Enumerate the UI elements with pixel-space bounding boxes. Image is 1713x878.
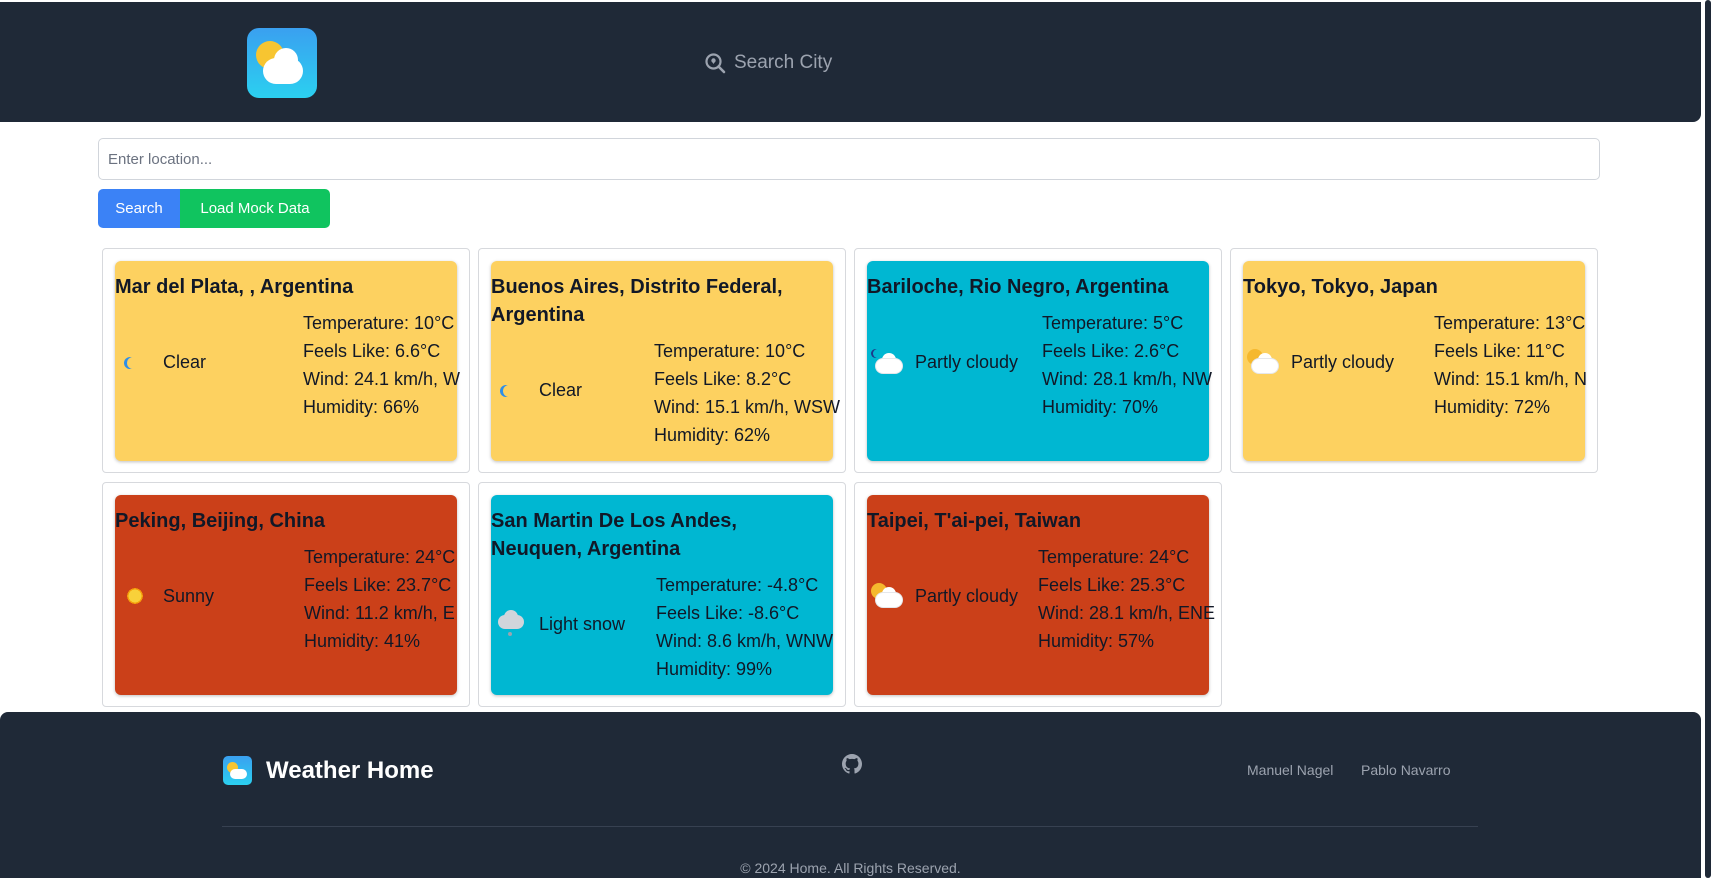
- footer-link-manuel-nagel[interactable]: Manuel Nagel: [1247, 762, 1333, 778]
- card-humidity: Humidity: 62%: [654, 425, 771, 445]
- weather-card: Peking, Beijing, China Sunny Temperature: …: [102, 482, 470, 707]
- moon-icon: [115, 347, 155, 377]
- footer: Weather Home Manuel Nagel Pablo Navarro …: [0, 712, 1701, 878]
- snow-cloud-icon: [491, 609, 531, 639]
- card-location-title: Bariloche, Rio Negro, Argentina: [867, 276, 1169, 298]
- card-location-title: Taipei, T'ai-pei, Taiwan: [867, 510, 1082, 532]
- card-condition: Clear: [491, 375, 582, 405]
- card-wind: Wind: 28.1 km/h, ENE: [1038, 603, 1216, 623]
- top-navbar: Search City: [0, 2, 1701, 122]
- card-feels-like: Feels Like: 8.2°C: [654, 369, 792, 389]
- weather-card-panel: Mar del Plata, , Argentina Clear Temperatu…: [115, 261, 460, 461]
- weather-card-panel: Peking, Beijing, China Sunny Temperature: …: [115, 495, 457, 695]
- weather-card: San Martin De Los Andes, Neuquen, Argent…: [478, 482, 846, 707]
- search-button[interactable]: Search: [98, 189, 180, 228]
- weather-card: Mar del Plata, , Argentina Clear Temperatu…: [102, 248, 470, 473]
- card-location-title: San Martin De Los Andes, Neuquen, Argent…: [491, 510, 737, 560]
- card-humidity: Humidity: 99%: [656, 659, 773, 679]
- search-city-label: Search City: [734, 52, 833, 73]
- card-stats: Temperature: 5°C Feels Like: 2.6°C Wind: 2…: [1042, 309, 1212, 421]
- card-temperature: Temperature: -4.8°C: [656, 575, 819, 595]
- card-stats: Temperature: 24°C Feels Like: 23.7°C Wind:…: [304, 543, 455, 655]
- card-humidity: Humidity: 41%: [304, 631, 421, 651]
- footer-logo-icon[interactable]: [223, 756, 252, 785]
- weather-card-panel: Tokyo, Tokyo, Japan Partly cloudy Temperat…: [1243, 261, 1587, 461]
- card-condition-text: Light snow: [539, 613, 626, 634]
- card-stats: Temperature: 10°C Feels Like: 6.6°C Wind: …: [303, 309, 460, 421]
- card-wind: Wind: 28.1 km/h, NW: [1042, 369, 1213, 389]
- footer-divider: [222, 826, 1478, 827]
- card-humidity: Humidity: 57%: [1038, 631, 1155, 651]
- card-condition: Partly cloudy: [867, 347, 1018, 377]
- card-feels-like: Feels Like: -8.6°C: [656, 603, 800, 623]
- card-condition-text: Clear: [539, 379, 583, 400]
- partly-cloudy-night-icon: [867, 347, 907, 377]
- card-location-title: Tokyo, Tokyo, Japan: [1243, 276, 1438, 298]
- partly-cloudy-day-icon: [867, 581, 907, 611]
- card-humidity: Humidity: 72%: [1434, 397, 1551, 417]
- card-wind: Wind: 15.1 km/h, WSW: [654, 397, 841, 417]
- card-wind: Wind: 24.1 km/h, W: [303, 369, 461, 389]
- load-mock-data-button[interactable]: Load Mock Data: [180, 189, 330, 228]
- scrollbar-thumb[interactable]: [1705, 0, 1711, 878]
- card-stats: Temperature: 24°C Feels Like: 25.3°C Wind:…: [1038, 543, 1215, 655]
- weather-card-panel: San Martin De Los Andes, Neuquen, Argent…: [491, 495, 833, 695]
- partly-cloudy-day-icon: [1243, 347, 1283, 377]
- card-condition-text: Partly cloudy: [1291, 351, 1395, 372]
- card-humidity: Humidity: 70%: [1042, 397, 1159, 417]
- card-feels-like: Feels Like: 25.3°C: [1038, 575, 1186, 595]
- card-feels-like: Feels Like: 11°C: [1434, 341, 1565, 361]
- card-location-title: Buenos Aires, Distrito Federal, Argentin…: [491, 276, 783, 326]
- weather-card-panel: Taipei, T'ai-pei, Taiwan Partly cloudy Tem…: [867, 495, 1215, 695]
- card-condition-text: Partly cloudy: [915, 585, 1019, 606]
- weather-card-panel: Bariloche, Rio Negro, Argentina Partly cl…: [867, 261, 1212, 461]
- card-stats: Temperature: 10°C Feels Like: 8.2°C Wind: …: [654, 337, 840, 449]
- card-condition-text: Partly cloudy: [915, 351, 1019, 372]
- moon-icon: [491, 375, 531, 405]
- card-temperature: Temperature: 5°C: [1042, 313, 1184, 333]
- card-condition: Partly cloudy: [867, 581, 1018, 611]
- weather-card: Bariloche, Rio Negro, Argentina Partly cl…: [854, 248, 1222, 473]
- card-condition-text: Clear: [163, 351, 207, 372]
- card-temperature: Temperature: 13°C: [1434, 313, 1586, 333]
- card-temperature: Temperature: 24°C: [1038, 547, 1190, 567]
- card-location-title: Mar del Plata, , Argentina: [115, 276, 354, 298]
- scrollbar-track[interactable]: [1703, 0, 1713, 878]
- weather-card: Buenos Aires, Distrito Federal, Argentin…: [478, 248, 846, 473]
- card-temperature: Temperature: 10°C: [303, 313, 455, 333]
- card-feels-like: Feels Like: 23.7°C: [304, 575, 452, 595]
- card-condition: Sunny: [115, 581, 214, 611]
- card-temperature: Temperature: 24°C: [304, 547, 456, 567]
- card-feels-like: Feels Like: 2.6°C: [1042, 341, 1180, 361]
- card-wind: Wind: 15.1 km/h, N: [1434, 369, 1588, 389]
- sun-icon: [115, 581, 155, 611]
- search-location-icon: [705, 53, 726, 74]
- weather-card: Tokyo, Tokyo, Japan Partly cloudy Temperat…: [1230, 248, 1598, 473]
- github-icon[interactable]: [842, 754, 862, 774]
- footer-copyright: © 2024 Home. All Rights Reserved.: [740, 860, 961, 876]
- card-wind: Wind: 8.6 km/h, WNW: [656, 631, 834, 651]
- card-condition-text: Sunny: [163, 585, 215, 606]
- card-stats: Temperature: 13°C Feels Like: 11°C Wind: 1…: [1434, 309, 1587, 421]
- card-humidity: Humidity: 66%: [303, 397, 420, 417]
- card-stats: Temperature: -4.8°C Feels Like: -8.6°C Win…: [656, 571, 833, 683]
- weather-card-panel: Buenos Aires, Distrito Federal, Argentin…: [491, 261, 840, 461]
- card-feels-like: Feels Like: 6.6°C: [303, 341, 441, 361]
- footer-title[interactable]: Weather Home: [266, 756, 434, 786]
- weather-logo-icon[interactable]: [247, 28, 317, 98]
- card-condition: Partly cloudy: [1243, 347, 1394, 377]
- card-condition: Light snow: [491, 609, 625, 639]
- card-temperature: Temperature: 10°C: [654, 341, 806, 361]
- card-wind: Wind: 11.2 km/h, E: [304, 603, 455, 623]
- footer-link-pablo-navarro[interactable]: Pablo Navarro: [1361, 762, 1451, 778]
- card-condition: Clear: [115, 347, 206, 377]
- weather-card: Taipei, T'ai-pei, Taiwan Partly cloudy Tem…: [854, 482, 1222, 707]
- search-city-link[interactable]: Search City: [704, 52, 832, 74]
- location-input[interactable]: [98, 138, 1600, 180]
- card-location-title: Peking, Beijing, China: [115, 510, 326, 532]
